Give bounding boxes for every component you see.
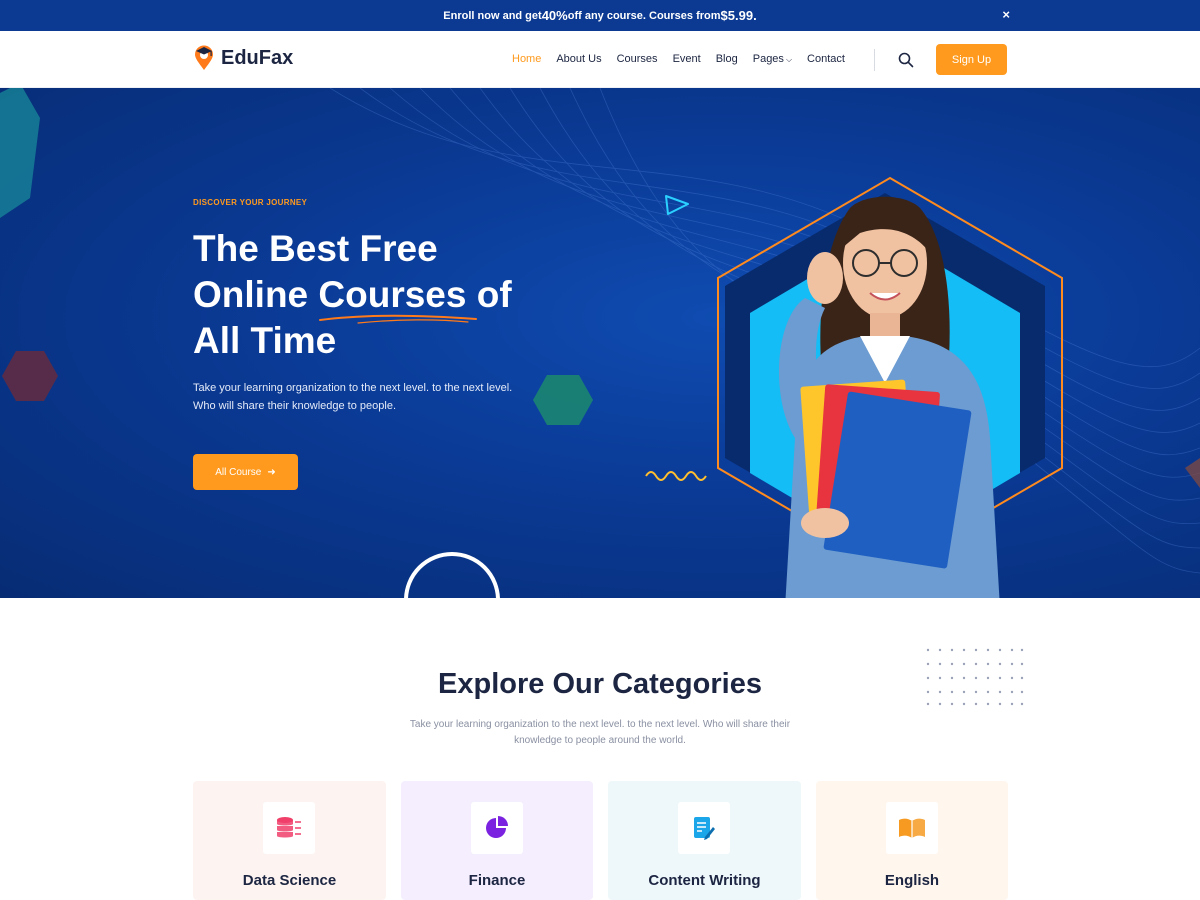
hero-section: DISCOVER YOUR JOURNEY The Best Free Onli…	[0, 88, 1200, 598]
hero-eyebrow: DISCOVER YOUR JOURNEY	[193, 198, 308, 207]
category-icon-box	[470, 802, 523, 854]
all-course-button[interactable]: All Course ➜	[193, 454, 298, 490]
category-card-english[interactable]: English	[815, 781, 1008, 900]
promo-middle: off any course. Courses from	[567, 9, 721, 22]
nav-item-contact[interactable]: Contact	[807, 53, 845, 65]
category-name: English	[884, 872, 940, 889]
category-icon-box	[678, 802, 730, 854]
category-icon-box	[885, 802, 938, 854]
announcement-bar: Enroll now and get 40% off any course. C…	[0, 0, 1200, 31]
all-course-label: All Course	[215, 466, 262, 478]
category-card-finance[interactable]: Finance	[400, 781, 593, 900]
categories-title: Explore Our Categories	[438, 668, 762, 700]
document-edit-icon	[694, 817, 715, 840]
hero-title-word-online: Online	[193, 274, 319, 315]
pie-chart-icon	[485, 816, 508, 838]
database-icon	[277, 817, 301, 838]
hero-title-line-1: The Best Free	[193, 228, 438, 269]
nav-item-home[interactable]: Home	[512, 53, 541, 65]
site-header: EduFax Home About Us Courses Event Blog …	[0, 31, 1200, 88]
category-name: Finance	[468, 872, 526, 889]
hero-student-image	[717, 176, 1063, 598]
category-card-content-writing[interactable]: Content Writing	[608, 781, 801, 900]
title-underline-squiggle	[319, 314, 477, 324]
nav-item-about-us[interactable]: About Us	[556, 53, 601, 65]
category-name: Content Writing	[648, 872, 761, 889]
header-divider	[874, 49, 875, 71]
graduation-pin-icon	[195, 45, 213, 70]
sign-up-button[interactable]: Sign Up	[936, 44, 1007, 75]
promo-prefix: Enroll now and get	[443, 9, 542, 22]
categories-description: Take your learning organization to the n…	[409, 719, 791, 746]
logo-text: EduFax	[221, 46, 294, 69]
hero-description: Take your learning organization to the n…	[193, 382, 513, 412]
promo-discount: 40%	[541, 8, 568, 23]
nav-item-courses[interactable]: Courses	[617, 53, 658, 65]
main-nav: Home About Us Courses Event Blog Pages ⌵ …	[512, 53, 845, 65]
category-card-data-science[interactable]: Data Science	[193, 781, 386, 900]
nav-item-pages-label: Pages	[752, 53, 784, 65]
category-icon-box	[263, 802, 315, 854]
category-name: Data Science	[242, 872, 337, 889]
hero-title-word-courses: Courses	[318, 274, 467, 315]
nav-item-blog[interactable]: Blog	[716, 53, 738, 65]
category-cards: Data Science Finance Content Writing Eng…	[193, 781, 1008, 900]
nav-item-pages[interactable]: Pages ⌵	[753, 53, 792, 65]
open-book-icon	[898, 818, 925, 838]
search-icon[interactable]	[897, 51, 915, 69]
chevron-down-icon: ⌵	[785, 55, 793, 64]
logo[interactable]: EduFax	[193, 45, 293, 71]
close-icon[interactable]: ×	[1002, 7, 1010, 22]
hero-title: The Best Free Online Courses of All Time	[193, 226, 573, 364]
nav-item-event[interactable]: Event	[673, 53, 701, 65]
arrow-right-icon: ➜	[267, 466, 276, 478]
promo-price: $5.99.	[720, 8, 757, 23]
hero-title-word-of: of	[466, 274, 512, 315]
